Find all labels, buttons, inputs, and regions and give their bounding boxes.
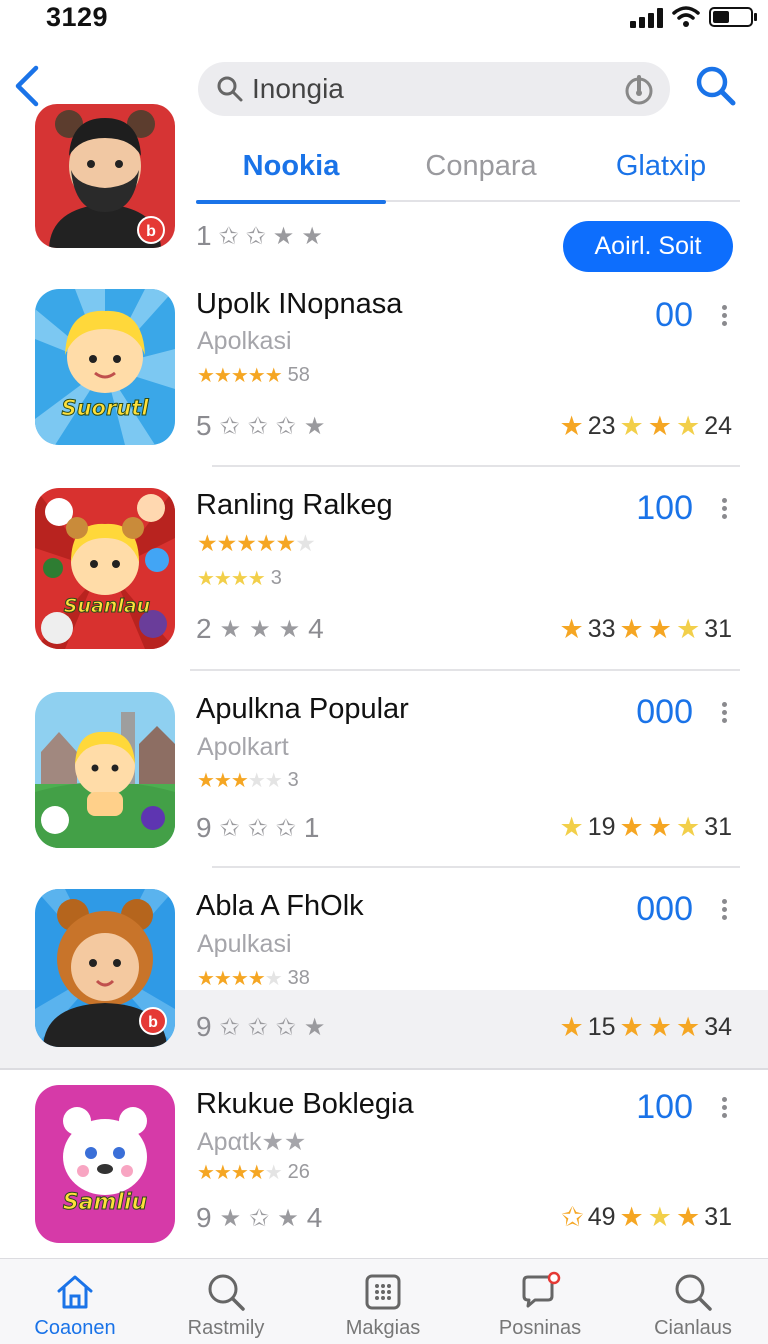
nav-item-grid[interactable]: Makgias <box>318 1259 448 1344</box>
svg-text:b: b <box>148 1014 158 1031</box>
app-title-5[interactable]: Rkukue Boklegia <box>196 1088 414 1121</box>
tab-conpara[interactable]: Conpara <box>386 140 576 202</box>
home-icon <box>57 1275 93 1309</box>
row-divider <box>212 465 740 467</box>
nav-label: Makgias <box>345 1317 421 1339</box>
more-options-button-4[interactable] <box>716 896 732 926</box>
battery-icon <box>709 7 757 27</box>
nav-label: Cianlaus <box>654 1317 732 1339</box>
app-mini-rating-2b: ★★★★ 3 <box>197 567 282 590</box>
more-options-button-5[interactable] <box>716 1094 732 1124</box>
app-icon-2[interactable]: Suanlau <box>35 488 175 649</box>
nav-item-search-2[interactable]: Cianlaus <box>628 1259 758 1344</box>
featured-action-button[interactable]: Aoirl. Soit <box>563 221 733 272</box>
search-icon <box>675 1274 712 1311</box>
nav-item-chat[interactable]: Posninas <box>475 1259 605 1344</box>
app-icon-1[interactable]: Suorutl <box>35 289 175 445</box>
status-time: 3129 <box>46 2 109 32</box>
app-icon-2-label: Suanlau <box>64 595 150 617</box>
nav-label: Posninas <box>498 1317 582 1339</box>
app-mini-rating-2a: ★★★★★★ <box>197 530 316 556</box>
tab-glatxip[interactable]: Glatxip <box>576 140 746 202</box>
search-bar[interactable] <box>198 62 670 116</box>
app-subtitle-3: Apolkart <box>197 733 289 761</box>
app-right-rating-4: ★ 15 ★ ★ ★ 34 <box>559 1012 733 1042</box>
nav-item-search[interactable]: Rastmily <box>161 1259 291 1344</box>
app-right-rating-5: ✩ 49 ★ ★ ★ 31 <box>561 1202 732 1232</box>
search-icon <box>208 1274 245 1311</box>
app-title-2[interactable]: Ranling Ralkeg <box>196 489 393 522</box>
app-title-4[interactable]: Abla A FhOlk <box>196 890 364 923</box>
app-price-1[interactable]: 00 <box>655 296 693 335</box>
more-options-button-2[interactable] <box>716 495 732 525</box>
app-icon-4[interactable]: b <box>35 889 175 1047</box>
app-subtitle-4: Apulkasi <box>197 930 292 958</box>
row-divider <box>0 1068 768 1070</box>
nav-label: Coaonen <box>34 1317 116 1339</box>
featured-rating: 1 ✩ ✩ ★ ★ <box>196 220 323 251</box>
app-right-rating-1: ★ 23 ★ ★ ★ 24 <box>559 411 733 441</box>
signal-icon <box>630 8 664 28</box>
microphone-icon[interactable] <box>622 72 656 106</box>
app-price-5[interactable]: 100 <box>636 1088 693 1127</box>
app-left-rating-2: 2 ★ ★ ★ 4 <box>196 613 324 644</box>
app-title-1[interactable]: Upolk INopnasa <box>196 288 402 321</box>
chat-icon <box>522 1271 561 1308</box>
app-left-rating-3: 9 ✩ ✩ ✩ 1 <box>196 812 320 843</box>
search-button[interactable] <box>694 64 738 108</box>
app-right-rating-3: ★ 19 ★ ★ ★ 31 <box>559 812 733 842</box>
app-subtitle-1: Apolkasi <box>197 327 292 355</box>
status-bar: 3129 <box>0 0 768 40</box>
app-icon-5-label: Samliu <box>63 1190 147 1215</box>
app-icon-3[interactable] <box>35 692 175 848</box>
app-price-2[interactable]: 100 <box>636 489 693 528</box>
app-mini-rating-1: ★★★★★ 58 <box>197 364 310 387</box>
app-icon-5[interactable]: Samliu <box>35 1085 175 1243</box>
nav-item-home[interactable]: Coaonen <box>10 1259 140 1344</box>
app-mini-rating-4: ★★★★★ 38 <box>197 967 310 990</box>
tab-bar: Nookia Conpara Glatxip <box>196 140 740 204</box>
search-icon <box>217 76 243 102</box>
more-options-button-1[interactable] <box>716 302 732 332</box>
app-left-rating-5: 9 ★ ✩ ★ 4 <box>196 1202 323 1233</box>
app-subtitle-5: Apαtk★★ <box>197 1128 307 1156</box>
bottom-navigation: Coaonen Rastmily Makgias Posninas Cianla… <box>0 1258 768 1344</box>
app-mini-rating-5: ★★★★★ 26 <box>197 1161 310 1184</box>
app-title-3[interactable]: Apulkna Popular <box>196 693 409 726</box>
app-left-rating-1: 5 ✩ ✩ ✩ ★ <box>196 410 326 441</box>
grid-icon <box>365 1274 401 1310</box>
app-price-4[interactable]: 000 <box>636 890 693 929</box>
app-icon-1-label: Suorutl <box>61 396 149 420</box>
more-options-button-3[interactable] <box>716 699 732 729</box>
row-divider <box>190 669 740 671</box>
featured-app-icon[interactable]: b <box>35 104 175 248</box>
row-divider <box>212 866 740 868</box>
wifi-icon <box>672 6 700 27</box>
app-price-3[interactable]: 000 <box>636 693 693 732</box>
app-right-rating-2: ★ 33 ★ ★ ★ 31 <box>559 614 733 644</box>
tab-nookia[interactable]: Nookia <box>196 140 386 204</box>
app-left-rating-4: 9 ✩ ✩ ✩ ★ <box>196 1011 326 1042</box>
svg-text:b: b <box>146 223 156 240</box>
search-input[interactable] <box>252 70 602 108</box>
app-mini-rating-3: ★★★★★ 3 <box>197 769 299 792</box>
nav-label: Rastmily <box>187 1317 265 1339</box>
back-button[interactable] <box>10 62 44 110</box>
